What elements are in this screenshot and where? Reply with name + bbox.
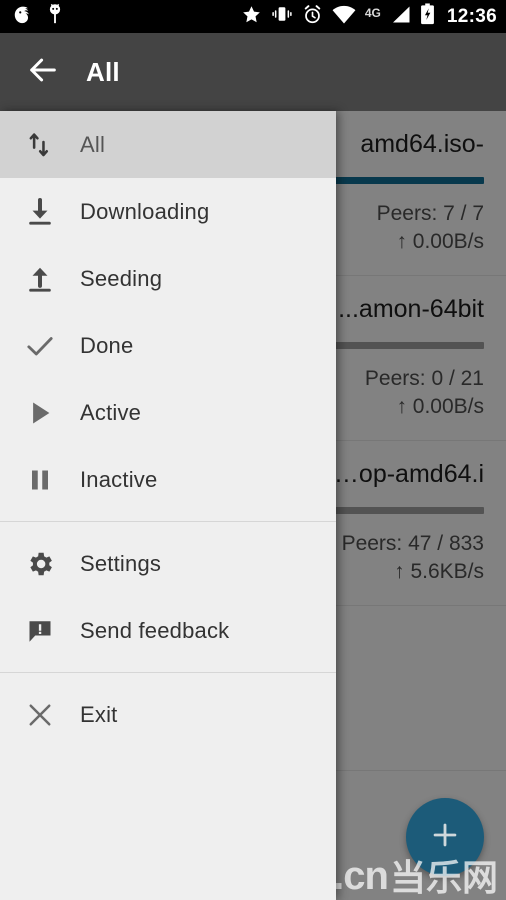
pause-icon (0, 465, 80, 495)
status-bar: 4G 12:36 (0, 0, 506, 33)
vibrate-icon (271, 4, 293, 29)
close-icon (0, 700, 80, 730)
drawer-item-send-feedback[interactable]: Send feedback (0, 597, 336, 664)
bug-notification-icon (46, 3, 64, 30)
drawer-item-label: Exit (80, 701, 118, 727)
page-title: All (86, 56, 120, 87)
alarm-icon (302, 4, 323, 30)
status-bar-system-icons: 4G 12:36 (241, 3, 497, 30)
firefox-notification-icon (12, 3, 34, 30)
drawer-item-done[interactable]: Done (0, 312, 336, 379)
battery-charging-icon (420, 3, 435, 30)
arrow-back-icon (26, 53, 60, 92)
drawer-item-active[interactable]: Active (0, 379, 336, 446)
add-torrent-fab[interactable] (406, 798, 484, 876)
drawer-item-exit[interactable]: Exit (0, 681, 336, 748)
drawer-item-seeding[interactable]: Seeding (0, 245, 336, 312)
swap-vert-icon (0, 129, 80, 161)
app-toolbar: All (0, 33, 506, 111)
drawer-item-all[interactable]: All (0, 111, 336, 178)
drawer-item-inactive[interactable]: Inactive (0, 446, 336, 513)
upload-icon (0, 263, 80, 295)
status-bar-clock: 12:36 (446, 6, 497, 27)
download-icon (0, 196, 80, 228)
drawer-spacer (0, 513, 336, 521)
drawer-spacer (0, 522, 336, 530)
gear-icon (0, 549, 80, 579)
drawer-item-label: Downloading (80, 198, 210, 224)
play-icon (0, 398, 80, 428)
wifi-icon (332, 5, 356, 29)
drawer-spacer (0, 673, 336, 681)
check-icon (0, 330, 80, 362)
drawer-item-label: Inactive (80, 466, 158, 492)
drawer-item-downloading[interactable]: Downloading (0, 178, 336, 245)
app-screen: 4G 12:36 All -amd64.iso Peers: 7 / 7 ↑ 0… (0, 0, 506, 900)
drawer-item-label: Settings (80, 550, 162, 576)
signal-icon (390, 5, 411, 29)
drawer-spacer (0, 664, 336, 672)
drawer-item-label: Seeding (80, 265, 163, 291)
drawer-item-label: Done (80, 332, 134, 358)
drawer-item-label: All (80, 131, 106, 157)
back-button[interactable] (14, 43, 72, 101)
star-icon (241, 4, 262, 30)
drawer-item-label: Active (80, 399, 142, 425)
drawer-item-label: Send feedback (80, 617, 230, 643)
plus-icon (428, 818, 462, 857)
network-type-label: 4G (364, 5, 381, 20)
drawer-item-settings[interactable]: Settings (0, 530, 336, 597)
status-bar-notifications (12, 3, 64, 30)
navigation-drawer[interactable]: All Downloading Seeding Done Active Inac… (0, 111, 336, 900)
feedback-icon (0, 616, 80, 646)
